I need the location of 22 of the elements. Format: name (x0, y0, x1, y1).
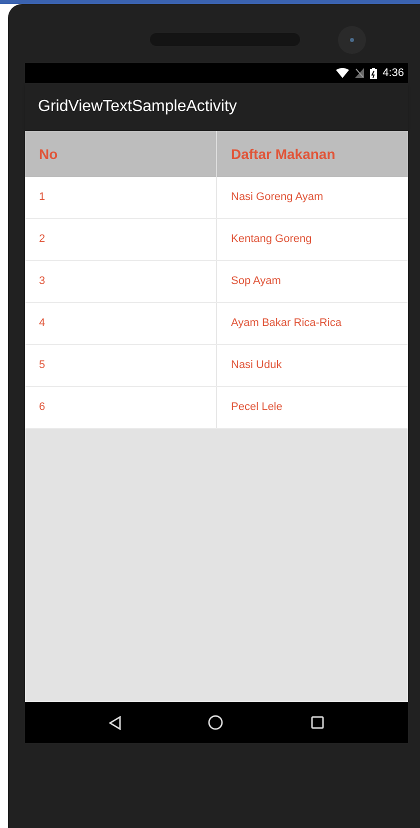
table-cell: 6 (25, 387, 217, 428)
app-title: GridViewTextSampleActivity (38, 97, 237, 117)
table-cell: 1 (25, 177, 217, 218)
battery-icon (370, 68, 377, 78)
wifi-icon (336, 68, 349, 78)
table-cell: 4 (25, 303, 217, 344)
no-signal-icon (354, 68, 364, 78)
table-cell-text: Kentang Goreng (230, 232, 313, 248)
status-time: 4:36 (382, 66, 404, 81)
table-cell-text: Pecel Lele (230, 400, 284, 416)
back-icon[interactable] (108, 716, 121, 730)
recents-icon[interactable] (311, 716, 324, 729)
table-cell-text: Nasi Uduk (230, 358, 283, 374)
table-cell-text: Ayam Bakar Rica-Rica (230, 316, 342, 332)
home-icon[interactable] (208, 715, 224, 730)
camera-icon (338, 26, 366, 54)
table-cell-text: Nasi Goreng Ayam (230, 190, 324, 206)
table-cell: 3 (25, 261, 217, 302)
column-header: Daftar Makanan (230, 144, 336, 164)
table-cell: 5 (25, 345, 217, 386)
table-cell: 2 (25, 219, 217, 260)
table-cell-text: Sop Ayam (230, 274, 282, 290)
